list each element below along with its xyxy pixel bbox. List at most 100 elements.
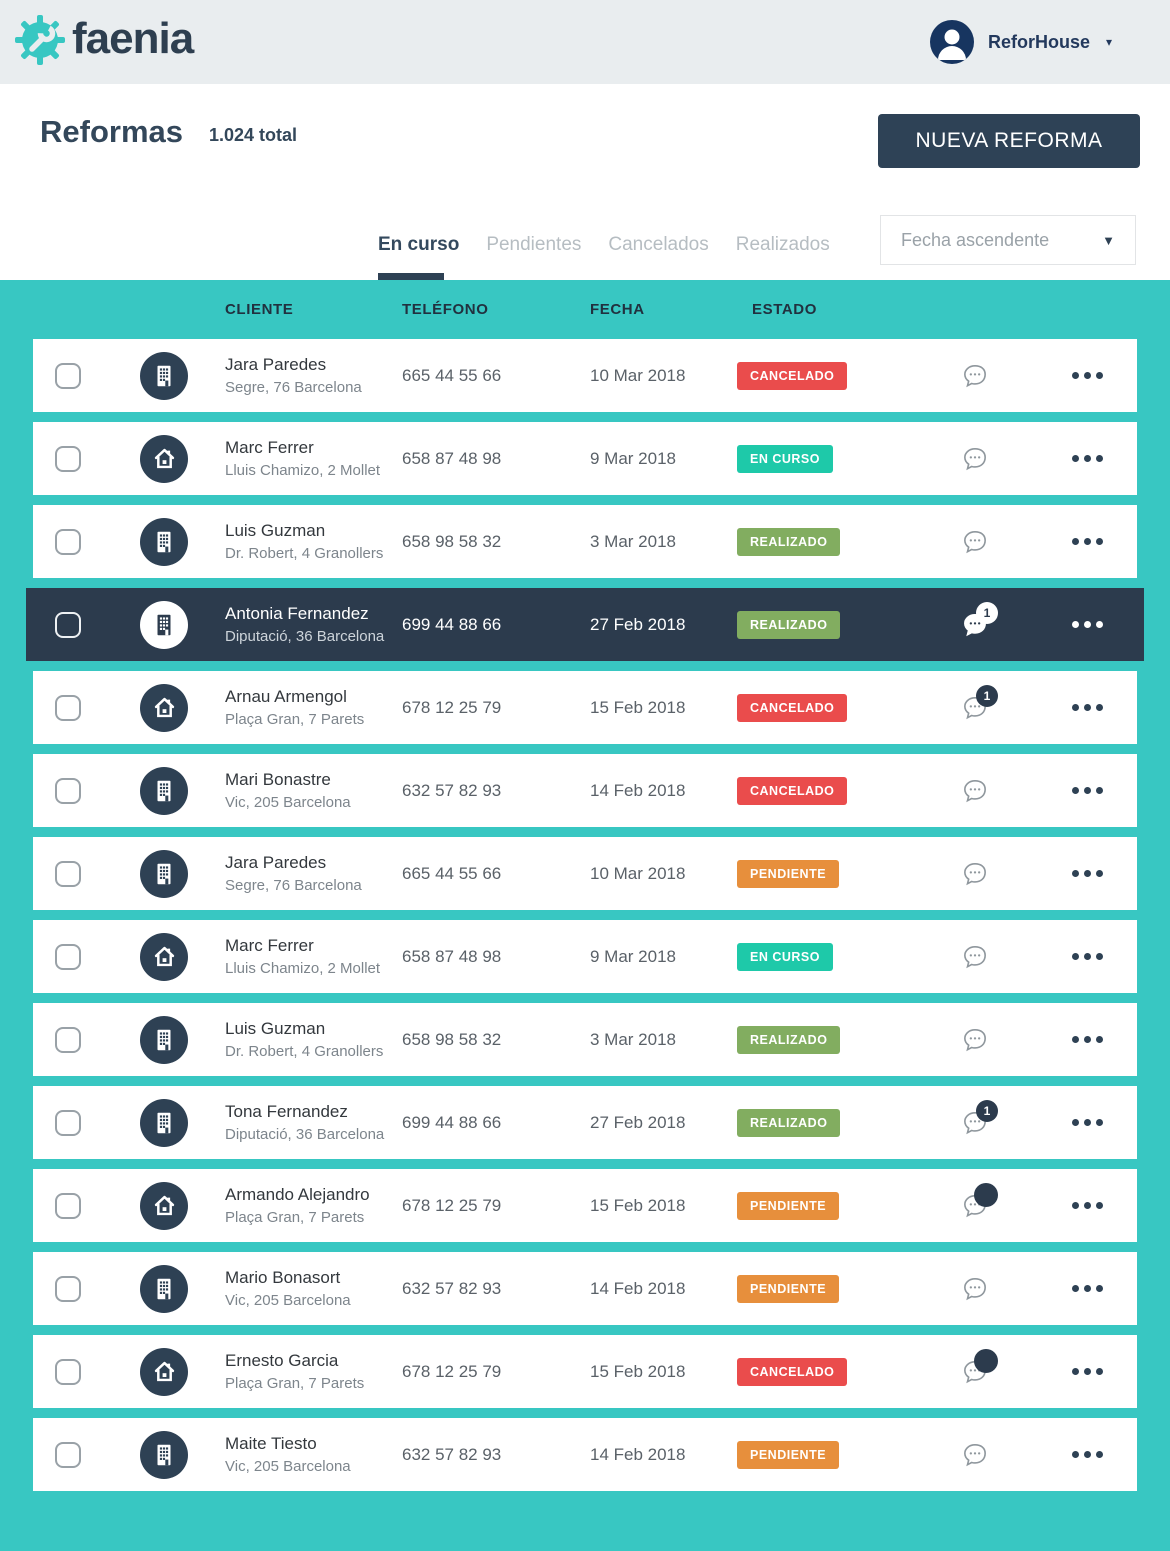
page-head: Reformas 1.024 total NUEVA REFORMA En cu… <box>0 84 1170 280</box>
sort-selected-value: Fecha ascendente <box>901 230 1049 251</box>
chat-icon[interactable] <box>960 361 990 391</box>
row-menu-button[interactable] <box>1070 449 1105 468</box>
user-name: ReforHouse <box>988 32 1090 53</box>
column-header-fecha: FECHA <box>590 301 737 318</box>
row-checkbox[interactable] <box>55 1027 81 1053</box>
status-badge: REALIZADO <box>737 611 840 639</box>
total-count: 1.024 total <box>209 125 297 146</box>
chat-icon[interactable] <box>960 1191 990 1221</box>
row-menu-button[interactable] <box>1070 1030 1105 1049</box>
status-tabs: En curso Pendientes Cancelados Realizados <box>378 234 830 280</box>
client-phone: 699 44 88 66 <box>402 1113 590 1133</box>
house-icon <box>140 435 188 483</box>
status-badge: REALIZADO <box>737 528 840 556</box>
chat-icon[interactable] <box>960 776 990 806</box>
table-row[interactable]: Tona Fernandez Diputació, 36 Barcelona 6… <box>33 1086 1137 1159</box>
user-menu[interactable]: ReforHouse ▾ <box>930 20 1112 64</box>
client-name: Arnau Armengol <box>225 687 402 707</box>
row-checkbox[interactable] <box>55 363 81 389</box>
row-menu-button[interactable] <box>1070 1196 1105 1215</box>
table-row[interactable]: Jara Paredes Segre, 76 Barcelona 665 44 … <box>33 837 1137 910</box>
row-menu-button[interactable] <box>1070 698 1105 717</box>
row-checkbox[interactable] <box>55 1110 81 1136</box>
chat-icon[interactable]: 1 <box>960 693 990 723</box>
row-menu-button[interactable] <box>1070 1279 1105 1298</box>
row-checkbox[interactable] <box>55 446 81 472</box>
chat-icon[interactable] <box>960 1440 990 1470</box>
status-badge: CANCELADO <box>737 777 847 805</box>
client-phone: 678 12 25 79 <box>402 1362 590 1382</box>
tab-pendientes[interactable]: Pendientes <box>486 234 581 280</box>
client-name: Maite Tiesto <box>225 1434 402 1454</box>
reform-date: 3 Mar 2018 <box>590 532 737 552</box>
row-menu-button[interactable] <box>1070 781 1105 800</box>
row-checkbox[interactable] <box>55 1359 81 1385</box>
column-header-cliente: CLIENTE <box>225 301 402 318</box>
chat-icon[interactable] <box>960 527 990 557</box>
row-menu-button[interactable] <box>1070 1362 1105 1381</box>
row-menu-button[interactable] <box>1070 1113 1105 1132</box>
logo-wordmark: faenia <box>72 17 193 67</box>
chat-unread-badge: 1 <box>976 685 998 707</box>
row-checkbox[interactable] <box>55 1442 81 1468</box>
client-address: Dr. Robert, 4 Granollers <box>225 1043 402 1060</box>
chat-icon[interactable] <box>960 859 990 889</box>
table-row[interactable]: Marc Ferrer Lluis Chamizo, 2 Mollet 658 … <box>33 920 1137 993</box>
client-phone: 632 57 82 93 <box>402 1279 590 1299</box>
reform-date: 27 Feb 2018 <box>590 615 737 635</box>
row-menu-button[interactable] <box>1070 366 1105 385</box>
reform-date: 15 Feb 2018 <box>590 698 737 718</box>
new-reform-button[interactable]: NUEVA REFORMA <box>878 114 1140 168</box>
row-menu-button[interactable] <box>1070 532 1105 551</box>
row-checkbox[interactable] <box>55 861 81 887</box>
client-address: Plaça Gran, 7 Parets <box>225 711 402 728</box>
chat-icon[interactable]: 1 <box>960 610 990 640</box>
status-badge: EN CURSO <box>737 445 833 473</box>
chat-icon[interactable] <box>960 444 990 474</box>
chat-unread-badge <box>974 1349 998 1373</box>
table-row[interactable]: Mario Bonasort Vic, 205 Barcelona 632 57… <box>33 1252 1137 1325</box>
table-row[interactable]: Mari Bonastre Vic, 205 Barcelona 632 57 … <box>33 754 1137 827</box>
building-icon <box>140 1016 188 1064</box>
house-icon <box>140 1348 188 1396</box>
chat-icon[interactable] <box>960 1025 990 1055</box>
row-checkbox[interactable] <box>55 1193 81 1219</box>
client-address: Diputació, 36 Barcelona <box>225 628 402 645</box>
client-address: Diputació, 36 Barcelona <box>225 1126 402 1143</box>
chat-icon[interactable] <box>960 942 990 972</box>
table-row[interactable]: Antonia Fernandez Diputació, 36 Barcelon… <box>26 588 1144 661</box>
table-row[interactable]: Ernesto Garcia Plaça Gran, 7 Parets 678 … <box>33 1335 1137 1408</box>
row-menu-button[interactable] <box>1070 864 1105 883</box>
row-checkbox[interactable] <box>55 695 81 721</box>
row-menu-button[interactable] <box>1070 615 1105 634</box>
row-menu-button[interactable] <box>1070 1445 1105 1464</box>
row-checkbox[interactable] <box>55 612 81 638</box>
chat-icon[interactable] <box>960 1357 990 1387</box>
chat-unread-badge <box>974 1183 998 1207</box>
table-row[interactable]: Arnau Armengol Plaça Gran, 7 Parets 678 … <box>33 671 1137 744</box>
row-menu-button[interactable] <box>1070 947 1105 966</box>
table-row[interactable]: Marc Ferrer Lluis Chamizo, 2 Mollet 658 … <box>33 422 1137 495</box>
row-checkbox[interactable] <box>55 529 81 555</box>
chat-icon[interactable] <box>960 1274 990 1304</box>
building-icon <box>140 767 188 815</box>
tab-cancelados[interactable]: Cancelados <box>608 234 708 280</box>
client-phone: 632 57 82 93 <box>402 781 590 801</box>
client-name: Armando Alejandro <box>225 1185 402 1205</box>
status-badge: PENDIENTE <box>737 1275 839 1303</box>
chat-icon[interactable]: 1 <box>960 1108 990 1138</box>
row-checkbox[interactable] <box>55 778 81 804</box>
tab-en-curso[interactable]: En curso <box>378 234 459 280</box>
client-address: Plaça Gran, 7 Parets <box>225 1209 402 1226</box>
row-checkbox[interactable] <box>55 944 81 970</box>
tab-realizados[interactable]: Realizados <box>736 234 830 280</box>
status-badge: PENDIENTE <box>737 860 839 888</box>
row-checkbox[interactable] <box>55 1276 81 1302</box>
table-row[interactable]: Armando Alejandro Plaça Gran, 7 Parets 6… <box>33 1169 1137 1242</box>
sort-dropdown[interactable]: Fecha ascendente ▼ <box>880 215 1136 265</box>
table-row[interactable]: Luis Guzman Dr. Robert, 4 Granollers 658… <box>33 505 1137 578</box>
table-row[interactable]: Luis Guzman Dr. Robert, 4 Granollers 658… <box>33 1003 1137 1076</box>
status-badge: EN CURSO <box>737 943 833 971</box>
table-row[interactable]: Maite Tiesto Vic, 205 Barcelona 632 57 8… <box>33 1418 1137 1491</box>
table-row[interactable]: Jara Paredes Segre, 76 Barcelona 665 44 … <box>33 339 1137 412</box>
